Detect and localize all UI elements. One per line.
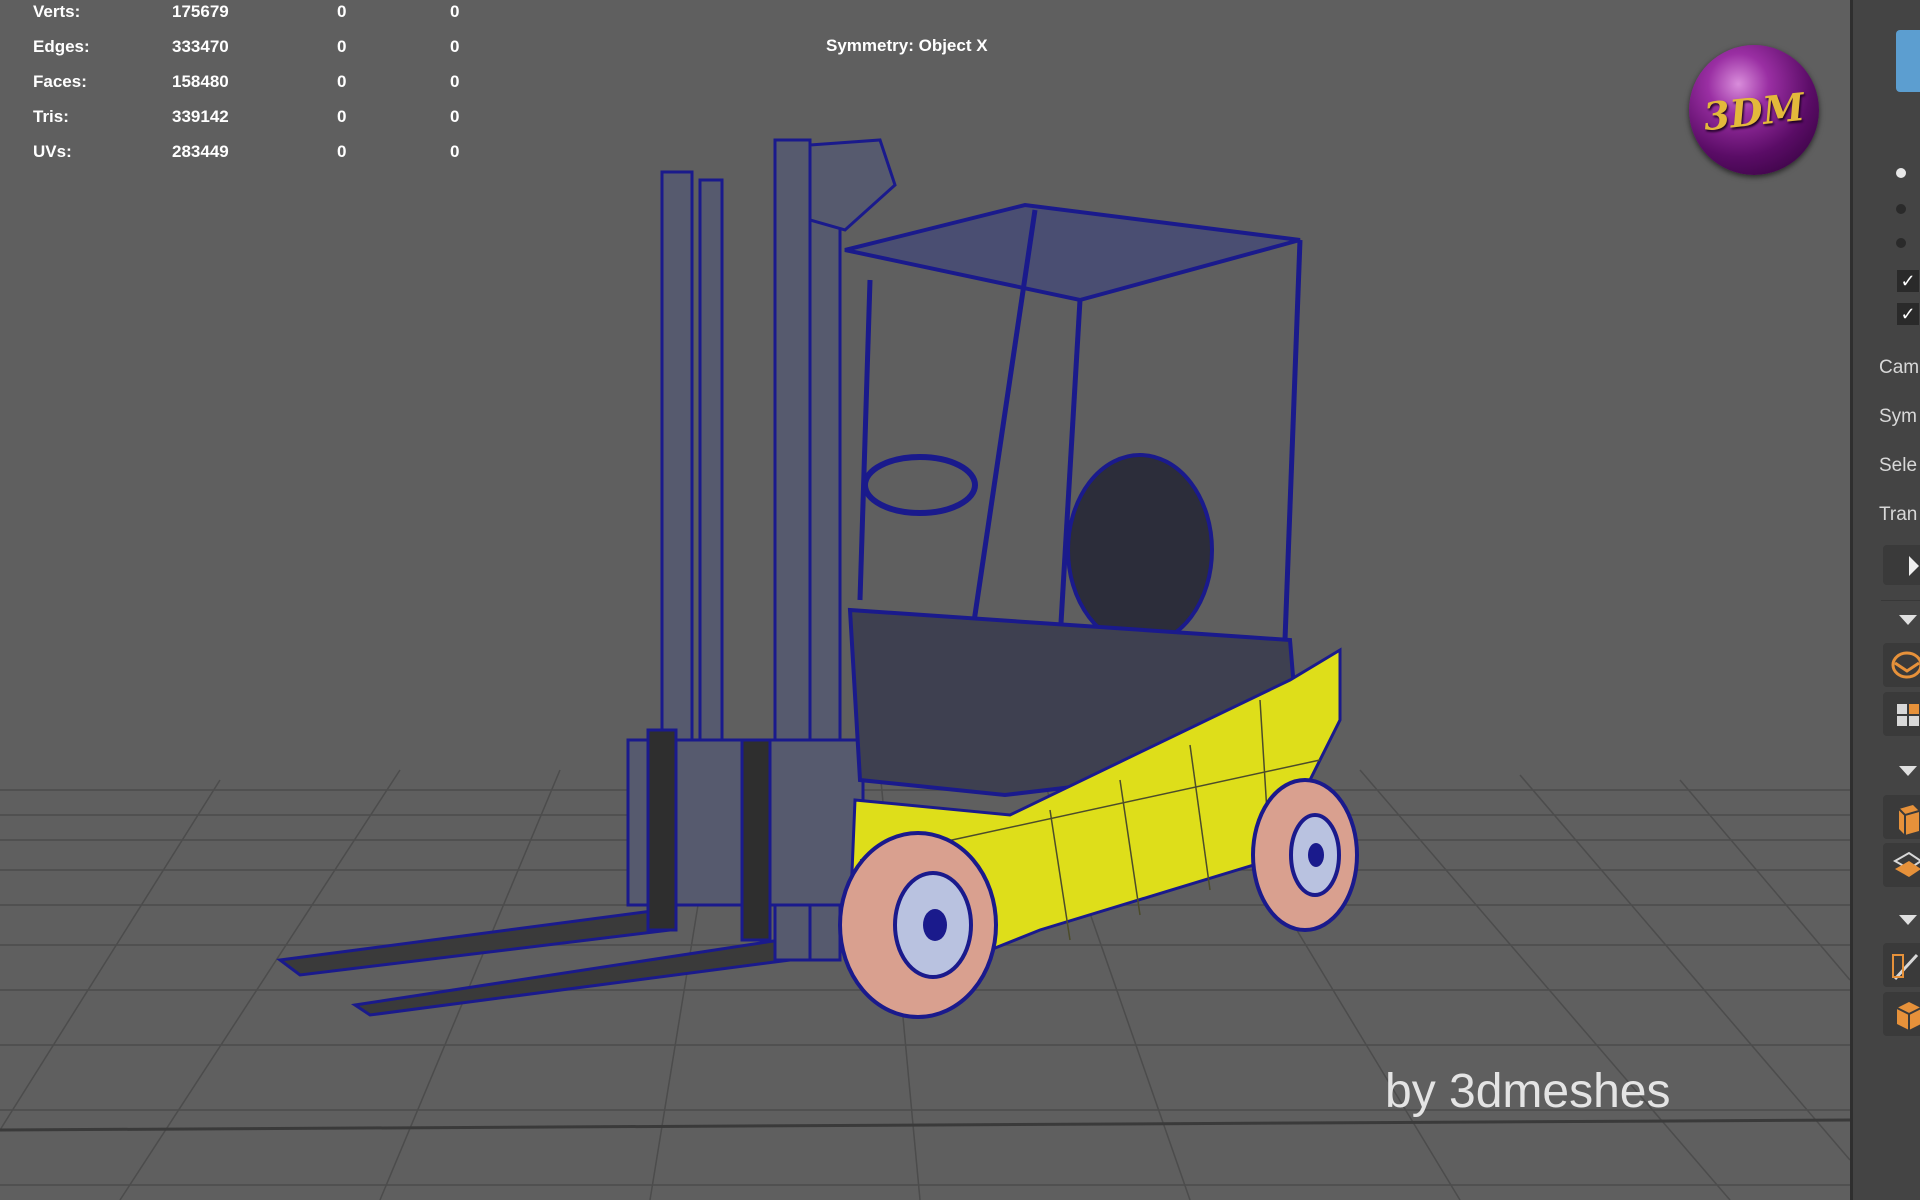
layers-icon: [1892, 851, 1920, 877]
stat-value: 0: [337, 2, 347, 21]
panel-label-sym[interactable]: Sym: [1879, 406, 1917, 428]
front-tire: [838, 831, 998, 1019]
object-mode-button[interactable]: [1896, 30, 1920, 92]
steering-wheel: [862, 454, 978, 516]
stat-value: 339142: [172, 107, 229, 126]
checkbox-checked[interactable]: ✓: [1897, 270, 1919, 292]
brand-logo: 3DM: [1689, 45, 1819, 175]
right-tool-panel: ✓ ✓ Cam Sym Sele Tran: [1850, 0, 1920, 1200]
stat-label: Faces:: [33, 72, 87, 91]
stat-value: 0: [450, 107, 460, 126]
watermark: by 3dmeshes: [1385, 1065, 1671, 1118]
layered-box-icon: [1891, 651, 1920, 679]
stat-value: 0: [337, 37, 347, 56]
grid-axis: [0, 1118, 1850, 1132]
stat-label: UVs:: [33, 142, 72, 161]
panel-label-tran[interactable]: Tran: [1879, 504, 1917, 526]
cube-icon: [1896, 1002, 1920, 1030]
tool-button[interactable]: [1883, 795, 1920, 839]
stat-value: 158480: [172, 72, 229, 91]
stat-value: 0: [337, 107, 347, 126]
tool-button[interactable]: [1883, 943, 1920, 987]
symmetry-status: Symmetry: Object X: [826, 36, 988, 55]
stat-value: 0: [450, 142, 460, 161]
forklift-seat: [1066, 453, 1214, 647]
radio-option[interactable]: [1896, 204, 1906, 214]
panel-label-cam[interactable]: Cam: [1879, 357, 1919, 379]
edit-edge-icon: [1892, 953, 1919, 981]
tool-button[interactable]: [1883, 992, 1920, 1036]
stat-value: 0: [337, 142, 347, 161]
scene-canvas: [0, 138, 1850, 1200]
stat-row-tris: Tris: 339142 0 0: [33, 105, 473, 140]
stat-label: Tris:: [33, 107, 69, 126]
poly-stats-panel: Verts: 175679 0 0 Edges: 333470 0 0 Face…: [33, 0, 473, 175]
stat-value: 0: [450, 2, 460, 21]
tool-button[interactable]: [1883, 692, 1920, 736]
play-arrow-icon: [1909, 556, 1919, 576]
stat-value: 0: [450, 72, 460, 91]
stat-value: 283449: [172, 142, 229, 161]
grid-cube-icon: [1897, 704, 1919, 726]
stat-label: Verts:: [33, 2, 81, 21]
collapse-arrow-icon[interactable]: [1899, 915, 1917, 925]
3d-viewport[interactable]: Verts: 175679 0 0 Edges: 333470 0 0 Face…: [0, 0, 1850, 1200]
tool-button[interactable]: [1883, 843, 1920, 887]
stat-row-verts: Verts: 175679 0 0: [33, 0, 473, 35]
panel-label-sele[interactable]: Sele: [1879, 455, 1917, 477]
stat-label: Edges:: [33, 37, 90, 56]
divider: [1881, 600, 1920, 601]
tool-button[interactable]: [1883, 643, 1920, 687]
stat-value: 175679: [172, 2, 229, 21]
stat-row-uvs: UVs: 283449 0 0: [33, 140, 473, 175]
stat-row-edges: Edges: 333470 0 0: [33, 35, 473, 70]
forklift-forks: [276, 908, 793, 1017]
collapse-arrow-icon[interactable]: [1899, 766, 1917, 776]
checkbox-checked[interactable]: ✓: [1897, 303, 1919, 325]
stat-row-faces: Faces: 158480 0 0: [33, 70, 473, 105]
radio-option[interactable]: [1896, 238, 1906, 248]
logo-text: 3DM: [1701, 83, 1807, 140]
rear-tire: [1251, 778, 1359, 932]
radio-option[interactable]: [1896, 168, 1906, 178]
stat-value: 0: [450, 37, 460, 56]
stat-value: 333470: [172, 37, 229, 56]
extrude-icon: [1898, 805, 1920, 835]
collapse-arrow-icon[interactable]: [1899, 615, 1917, 625]
stat-value: 0: [337, 72, 347, 91]
